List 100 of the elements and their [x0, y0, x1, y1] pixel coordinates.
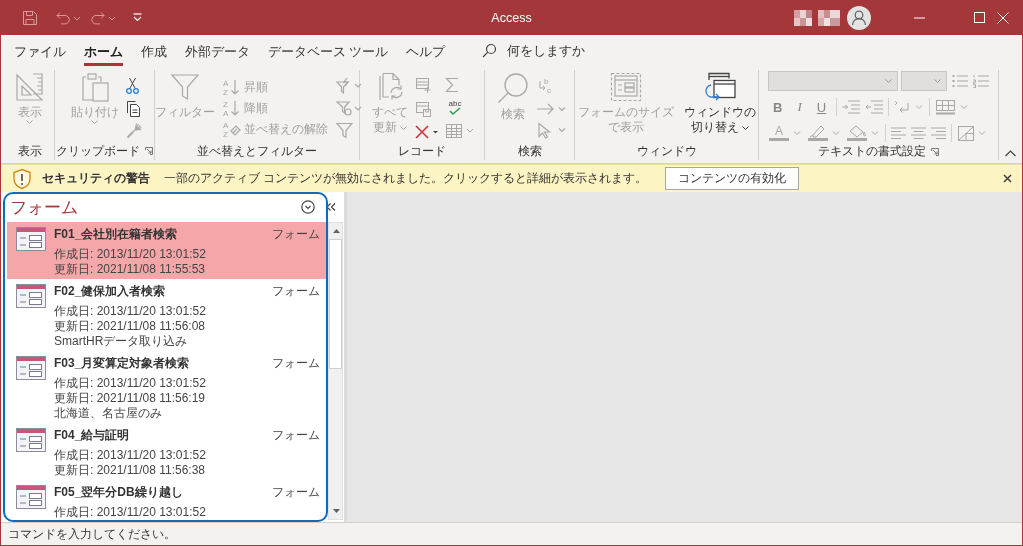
caret-icon — [400, 125, 407, 130]
object-type: フォーム — [272, 225, 320, 243]
object-type: フォーム — [272, 354, 320, 372]
minimize-icon[interactable] — [914, 16, 925, 19]
blurred-username — [794, 9, 840, 26]
paint-bucket-icon[interactable] — [846, 124, 880, 142]
caret-icon — [885, 79, 892, 83]
scrollbar-thumb[interactable] — [329, 239, 342, 369]
customize-toolbar-icon[interactable] — [133, 13, 142, 22]
align-center-icon[interactable] — [911, 126, 926, 140]
item-detail: 更新日: 2021/11/08 11:56:08 — [54, 319, 206, 334]
caret-up-icon[interactable] — [1005, 150, 1016, 157]
funnel-lightning-icon[interactable] — [336, 77, 362, 94]
form-size-icon — [609, 72, 642, 102]
nav-list-item[interactable]: F01_会社別在籍者検索 フォーム 作成日: 2013/11/20 13:01:52 更新日: 2021/11/08 11:55:53 — [7, 222, 326, 279]
highlighter-icon[interactable] — [807, 124, 841, 142]
form-icon — [16, 485, 46, 509]
item-detail: 作成日: 2013/11/20 13:01:52 — [54, 247, 207, 262]
table-plus-icon[interactable] — [415, 77, 432, 93]
stacked-windows-icon — [702, 72, 737, 102]
nav-list-item[interactable]: F05_翌年分DB繰り越し フォーム 作成日: 2013/11/20 13:01:52 — [7, 480, 326, 522]
outdent-icon[interactable] — [865, 100, 884, 114]
align-left-icon[interactable] — [891, 126, 906, 140]
sigma-icon[interactable] — [445, 77, 459, 93]
form-icon — [16, 428, 46, 452]
arrow-right-icon[interactable] — [535, 101, 566, 116]
form-name: F02_健保加入者検索 — [54, 282, 166, 300]
status-text: コマンドを入力してください。 — [8, 525, 176, 543]
table-grid-icon[interactable] — [445, 123, 475, 139]
tell-me-field[interactable]: 何をしますか — [505, 40, 620, 61]
ribbon-tab[interactable]: ヘルプ — [397, 35, 455, 66]
brush-icon[interactable] — [125, 123, 142, 139]
cursor-arrow-icon[interactable] — [535, 122, 566, 139]
search-icon — [496, 72, 529, 104]
security-warning-message[interactable]: 一部のアクティブ コンテンツが無効にされました。クリックすると詳細が表示されます。 — [164, 170, 648, 187]
funnel-icon — [170, 72, 200, 102]
chevron-circle-icon[interactable] — [301, 200, 315, 214]
form-name: F05_翌年分DB繰り越し — [54, 483, 183, 501]
nav-list-item[interactable]: F04_給与証明 フォーム 作成日: 2013/11/20 13:01:52 更新日: 2021/11/08 11:56:38 — [7, 423, 326, 480]
table-save-icon[interactable] — [415, 101, 432, 117]
object-type: フォーム — [272, 483, 320, 501]
ribbon-tab[interactable]: 作成 — [132, 35, 176, 66]
item-detail: 更新日: 2021/11/08 11:56:19 — [54, 391, 206, 406]
search-icon — [482, 43, 498, 58]
item-detail: 更新日: 2021/11/08 11:55:53 — [54, 262, 206, 277]
copy-icon[interactable] — [125, 100, 141, 117]
maximize-icon[interactable] — [974, 12, 985, 23]
nav-pane-title[interactable]: フォーム — [10, 195, 78, 219]
group-label: 検索 — [517, 142, 542, 160]
item-detail: 作成日: 2013/11/20 13:01:52 — [54, 505, 207, 520]
avatar-icon[interactable] — [847, 5, 871, 30]
scrollbar[interactable] — [328, 222, 343, 520]
item-detail: SmartHRデータ取り込み — [54, 334, 189, 349]
undo-icon[interactable] — [55, 9, 80, 26]
corner-arrow-icon[interactable] — [145, 147, 153, 155]
alternate-fill-icon[interactable] — [957, 124, 987, 142]
clipboard-icon — [79, 72, 110, 102]
group-label: テキストの書式設定 — [818, 143, 926, 160]
funnel-icon[interactable] — [336, 122, 353, 139]
group-label: 表示 — [17, 142, 42, 160]
item-detail: 作成日: 2013/11/20 13:01:52 — [54, 448, 207, 463]
group-label: 並べ替えとフィルター — [197, 142, 317, 160]
close-icon[interactable] — [1003, 174, 1012, 183]
form-name: F04_給与証明 — [54, 426, 130, 444]
group-label: ウィンドウ — [636, 142, 697, 160]
align-right-icon[interactable] — [931, 126, 946, 140]
nav-list-item[interactable]: F03_月変算定対象者検索 フォーム 作成日: 2013/11/20 13:01:52 更新日: 2021/11/08 11:56:19 北海道、名古屋のみ — [7, 351, 326, 423]
ribbon-tab[interactable]: ホーム — [75, 35, 132, 66]
funnel-circle-icon[interactable] — [336, 99, 362, 117]
font-size-field[interactable] — [901, 71, 947, 91]
save-icon[interactable] — [22, 9, 38, 26]
corner-arrow-icon[interactable] — [931, 147, 939, 156]
item-detail: 作成日: 2013/11/20 13:01:52 — [54, 376, 207, 391]
ribbon-tab[interactable]: ファイル — [5, 35, 75, 66]
redo-icon[interactable] — [90, 9, 115, 26]
group-label: レコード — [398, 142, 446, 160]
gridlines-icon[interactable] — [935, 99, 970, 115]
bulleted-list-icon[interactable] — [952, 74, 968, 88]
caret-icon — [934, 79, 941, 83]
delete-x-icon[interactable] — [415, 125, 441, 139]
form-name: F03_月変算定対象者検索 — [54, 354, 190, 372]
item-detail: 北海道、名古屋のみ — [54, 406, 163, 421]
ribbon-tab[interactable]: データベース ツール — [259, 35, 398, 66]
numbered-list-icon[interactable] — [973, 74, 989, 88]
nav-list-item[interactable]: F02_健保加入者検索 フォーム 作成日: 2013/11/20 13:01:52 更新日: 2021/11/08 11:56:08 SmartHRデータ取り込み — [7, 279, 326, 351]
switch-windows-button[interactable]: ウィンドウの 切り替え — [680, 71, 759, 136]
object-type: フォーム — [272, 282, 320, 300]
scissors-icon[interactable] — [125, 77, 139, 94]
font-name-field[interactable] — [768, 71, 898, 91]
indent-icon[interactable] — [842, 100, 861, 114]
return-arrow-icon[interactable] — [894, 100, 925, 114]
double-chevron-left-icon[interactable] — [326, 203, 336, 211]
form-icon — [16, 227, 46, 251]
form-icon — [16, 284, 46, 308]
enable-content-button[interactable]: コンテンツの有効化 — [665, 167, 800, 190]
window-title: Access — [491, 10, 532, 25]
group-label: クリップボード — [56, 142, 140, 160]
ribbon-tab[interactable]: 外部データ — [176, 35, 259, 66]
form-name: F01_会社別在籍者検索 — [54, 225, 178, 243]
caret-icon — [741, 125, 749, 130]
